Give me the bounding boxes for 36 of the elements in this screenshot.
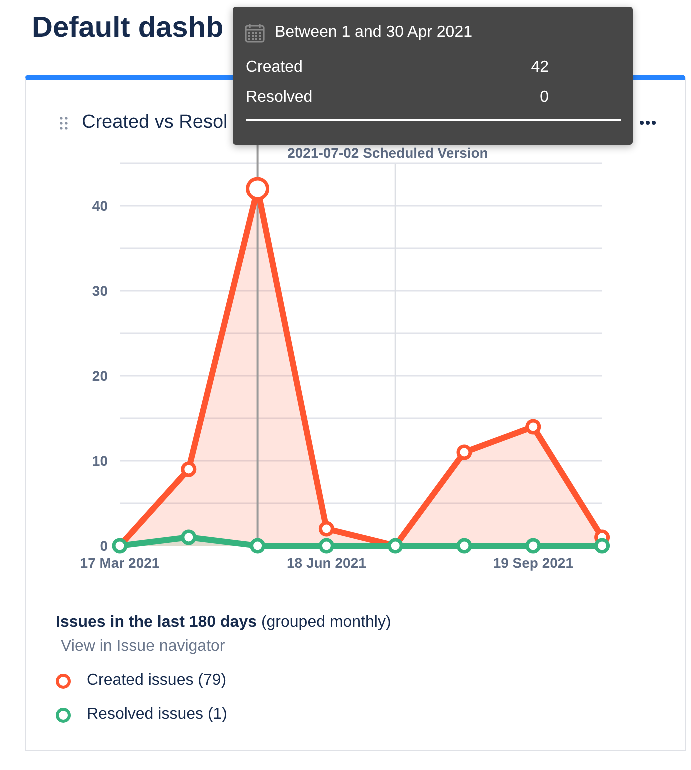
more-icon[interactable]	[639, 120, 657, 126]
tooltip-value: 0	[540, 89, 549, 107]
drag-handle-icon[interactable]	[60, 116, 68, 130]
y-axis-label: 40	[92, 198, 108, 214]
data-point[interactable]	[594, 538, 610, 554]
data-point[interactable]	[181, 462, 197, 478]
x-axis-label: 18 Jun 2021	[287, 555, 366, 571]
data-point[interactable]	[388, 538, 404, 554]
data-point[interactable]	[112, 538, 128, 554]
version-label: 2021-07-02 Scheduled Version	[288, 145, 488, 161]
gadget-title: Created vs Resol	[82, 112, 228, 134]
y-axis-label: 10	[92, 453, 108, 469]
x-axis-label: 19 Sep 2021	[493, 555, 574, 571]
tooltip-label: Resolved	[246, 89, 313, 107]
x-axis-label: 17 Mar 2021	[80, 555, 160, 571]
legend-label[interactable]: Created issues (79)	[87, 672, 227, 690]
data-point[interactable]	[456, 538, 472, 554]
y-axis-label: 0	[100, 538, 108, 554]
data-point[interactable]	[318, 538, 334, 554]
legend-label[interactable]: Resolved issues (1)	[87, 706, 228, 724]
tooltip-value: 42	[531, 59, 549, 77]
data-point[interactable]	[181, 530, 197, 546]
data-point[interactable]	[246, 177, 270, 201]
data-point[interactable]	[318, 521, 334, 537]
data-point[interactable]	[250, 538, 266, 554]
calendar-icon	[245, 23, 265, 43]
data-point[interactable]	[456, 444, 472, 460]
tooltip-title: Between 1 and 30 Apr 2021	[275, 24, 472, 42]
data-point[interactable]	[526, 538, 542, 554]
issue-navigator-link[interactable]: View in Issue navigator	[61, 638, 226, 656]
y-axis-label: 30	[92, 283, 108, 299]
y-axis-label: 20	[92, 368, 108, 384]
summary-text: Issues in the last 180 days (grouped monthly)	[56, 614, 392, 632]
data-point[interactable]	[526, 419, 542, 435]
page-title: Default dashb	[32, 11, 224, 46]
tooltip-label: Created	[246, 59, 303, 77]
